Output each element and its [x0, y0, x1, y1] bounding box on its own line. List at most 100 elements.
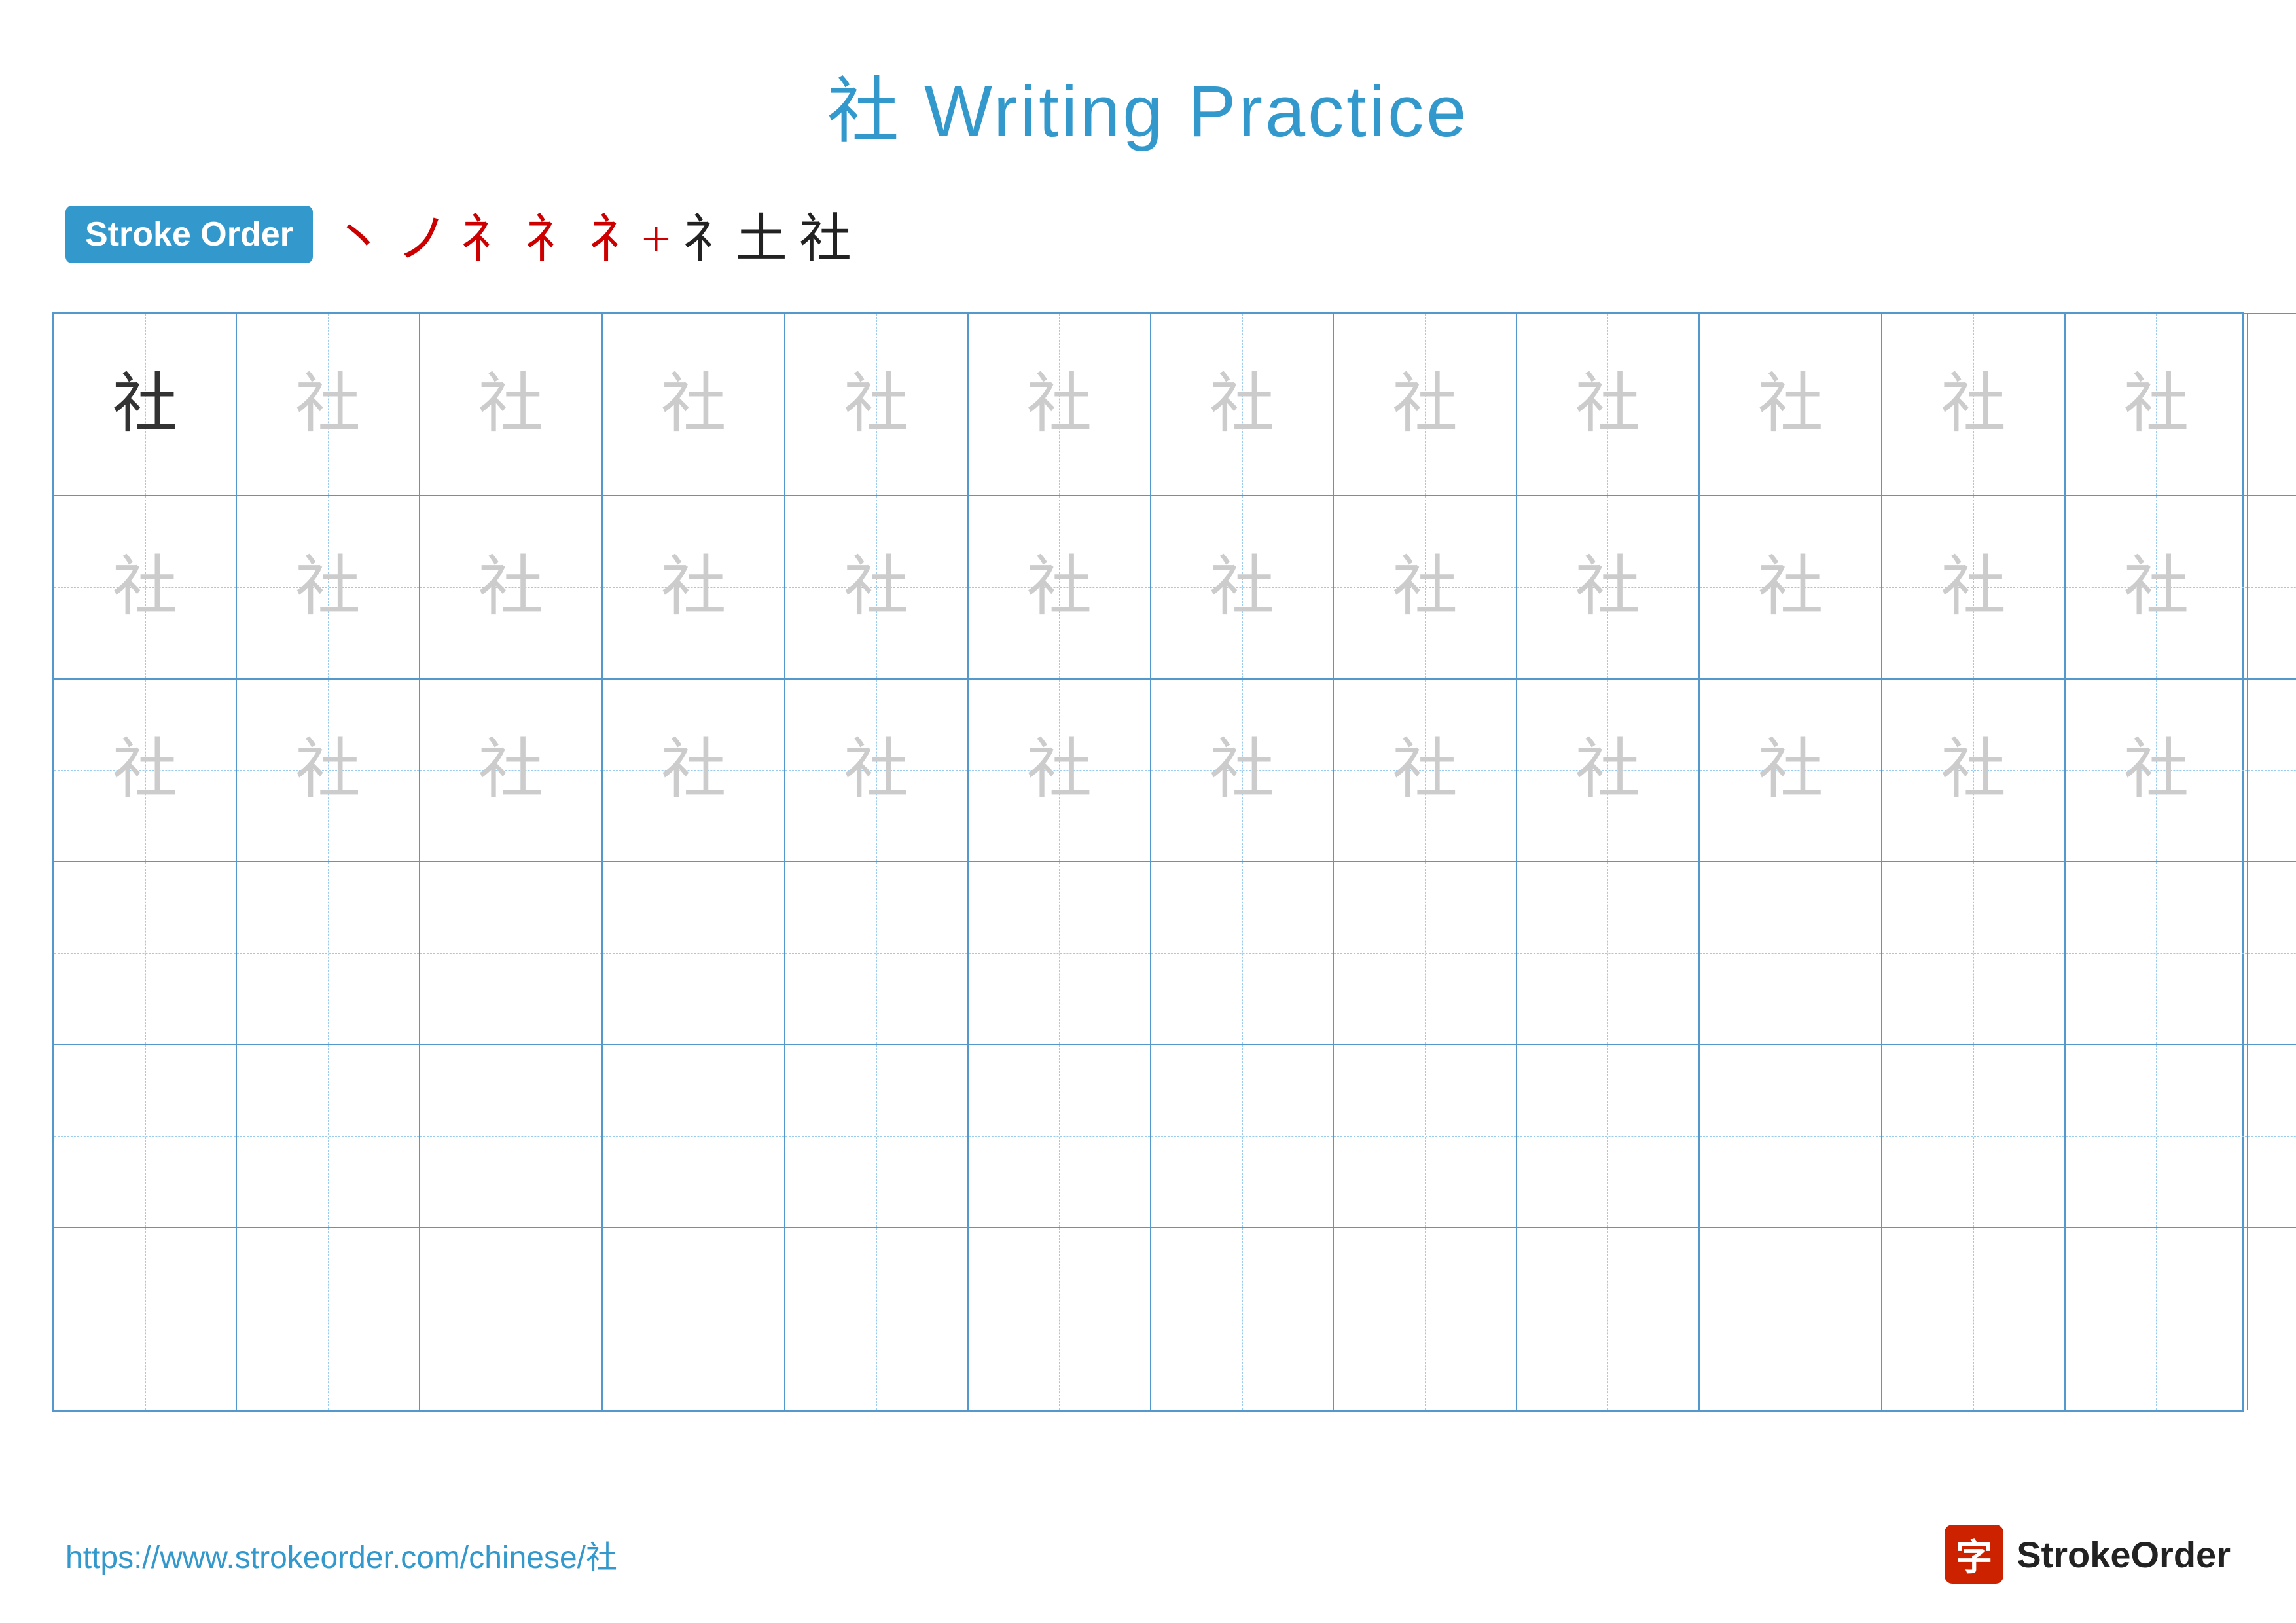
- grid-cell[interactable]: [2248, 862, 2296, 1044]
- grid-cell[interactable]: 社: [420, 679, 602, 862]
- grid-char: 社: [2123, 555, 2189, 620]
- grid-cell[interactable]: 社: [1333, 313, 1516, 496]
- grid-cell[interactable]: 社: [1151, 496, 1333, 678]
- grid-cell[interactable]: [1333, 1044, 1516, 1227]
- grid-cell[interactable]: [1882, 1044, 2064, 1227]
- grid-cell[interactable]: [602, 1228, 785, 1410]
- grid-cell[interactable]: [968, 1044, 1151, 1227]
- grid-cell[interactable]: 社: [602, 679, 785, 862]
- grid-cell[interactable]: [1699, 1228, 1882, 1410]
- grid-cell[interactable]: 社: [1151, 679, 1333, 862]
- grid-char: 社: [2123, 372, 2189, 437]
- page-title: 社 Writing Practice: [0, 0, 2296, 157]
- grid-cell[interactable]: 社: [2065, 679, 2248, 862]
- grid-cell[interactable]: 社: [968, 313, 1151, 496]
- grid-char: 社: [113, 372, 178, 437]
- grid-cell[interactable]: 社: [785, 496, 967, 678]
- grid-cell[interactable]: 社: [236, 313, 419, 496]
- grid-cell[interactable]: [968, 862, 1151, 1044]
- grid-cell[interactable]: [1516, 1228, 1699, 1410]
- brand-name: StrokeOrder: [2017, 1533, 2231, 1576]
- grid-cell[interactable]: 社: [602, 313, 785, 496]
- grid-char: 社: [1941, 372, 2006, 437]
- grid-cell[interactable]: 社: [968, 679, 1151, 862]
- grid-cell[interactable]: 社: [2248, 313, 2296, 496]
- grid-char: 社: [1758, 737, 1823, 803]
- grid-char: 社: [1758, 372, 1823, 437]
- grid-cell[interactable]: [968, 1228, 1151, 1410]
- grid-cell[interactable]: [1151, 862, 1333, 1044]
- grid-cell[interactable]: 社: [1333, 679, 1516, 862]
- grid-char: 社: [661, 372, 726, 437]
- grid-cell[interactable]: [1516, 862, 1699, 1044]
- grid-cell[interactable]: 社: [54, 496, 236, 678]
- grid-cell[interactable]: [1699, 862, 1882, 1044]
- grid-cell[interactable]: [2248, 1044, 2296, 1227]
- grid-cell[interactable]: [2065, 1044, 2248, 1227]
- grid-cell[interactable]: [1882, 862, 2064, 1044]
- grid-cell[interactable]: 社: [1699, 679, 1882, 862]
- grid-cell[interactable]: 社: [1516, 313, 1699, 496]
- grid-cell[interactable]: 社: [968, 496, 1151, 678]
- grid-cell[interactable]: 社: [2065, 496, 2248, 678]
- grid-cell[interactable]: 社: [785, 313, 967, 496]
- grid-cell[interactable]: 社: [54, 679, 236, 862]
- grid-cell[interactable]: 社: [420, 496, 602, 678]
- grid-cell[interactable]: [1151, 1228, 1333, 1410]
- grid-cell[interactable]: 社: [1699, 496, 1882, 678]
- grid-cell[interactable]: [236, 862, 419, 1044]
- grid-char: 社: [1575, 737, 1640, 803]
- grid-cell[interactable]: 社: [785, 679, 967, 862]
- grid-cell[interactable]: [420, 862, 602, 1044]
- grid-cell[interactable]: 社: [1151, 313, 1333, 496]
- stroke-seq-2: ノ: [397, 196, 449, 272]
- grid-cell[interactable]: 社: [1699, 313, 1882, 496]
- grid-cell[interactable]: [1516, 1044, 1699, 1227]
- grid-cell[interactable]: 社: [1882, 496, 2064, 678]
- grid-cell[interactable]: [420, 1044, 602, 1227]
- stroke-order-row: Stroke Order 丶 ノ 礻 礻 礻+ 礻土 社: [0, 157, 2296, 299]
- grid-char: 社: [1026, 737, 1092, 803]
- grid-cell[interactable]: 社: [2248, 496, 2296, 678]
- grid-cell[interactable]: [2065, 1228, 2248, 1410]
- grid-char: 社: [661, 737, 726, 803]
- grid-cell[interactable]: [236, 1228, 419, 1410]
- grid-cell[interactable]: [785, 1044, 967, 1227]
- grid-cell[interactable]: [236, 1044, 419, 1227]
- grid-cell[interactable]: 社: [1333, 496, 1516, 678]
- grid-char: 社: [113, 555, 178, 620]
- grid-cell[interactable]: [602, 862, 785, 1044]
- grid-cell[interactable]: [2248, 1228, 2296, 1410]
- grid-cell[interactable]: [1333, 1228, 1516, 1410]
- grid-cell[interactable]: [785, 862, 967, 1044]
- grid-cell[interactable]: 社: [54, 313, 236, 496]
- grid-cell[interactable]: [2065, 862, 2248, 1044]
- grid-cell[interactable]: 社: [1516, 496, 1699, 678]
- grid-char: 社: [844, 737, 909, 803]
- grid-cell[interactable]: [602, 1044, 785, 1227]
- grid-char: 社: [1575, 555, 1640, 620]
- grid-cell[interactable]: 社: [236, 679, 419, 862]
- grid-char: 社: [1392, 372, 1458, 437]
- grid-cell[interactable]: 社: [602, 496, 785, 678]
- grid-cell[interactable]: 社: [1882, 679, 2064, 862]
- grid-cell[interactable]: [1882, 1228, 2064, 1410]
- grid-cell[interactable]: 社: [236, 496, 419, 678]
- grid-cell[interactable]: 社: [2065, 313, 2248, 496]
- grid-cell[interactable]: [1699, 1044, 1882, 1227]
- grid-cell[interactable]: 社: [420, 313, 602, 496]
- grid-char: 社: [1392, 555, 1458, 620]
- grid-cell[interactable]: [54, 1228, 236, 1410]
- grid-cell[interactable]: [785, 1228, 967, 1410]
- grid-cell[interactable]: 社: [1516, 679, 1699, 862]
- grid-cell[interactable]: 社: [2248, 679, 2296, 862]
- grid-char: 社: [844, 555, 909, 620]
- grid-cell[interactable]: [1151, 1044, 1333, 1227]
- footer-url[interactable]: https://www.strokeorder.com/chinese/社: [65, 1531, 617, 1577]
- grid-cell[interactable]: 社: [1882, 313, 2064, 496]
- grid-char: 社: [478, 555, 543, 620]
- grid-cell[interactable]: [1333, 862, 1516, 1044]
- grid-cell[interactable]: [420, 1228, 602, 1410]
- grid-cell[interactable]: [54, 1044, 236, 1227]
- grid-cell[interactable]: [54, 862, 236, 1044]
